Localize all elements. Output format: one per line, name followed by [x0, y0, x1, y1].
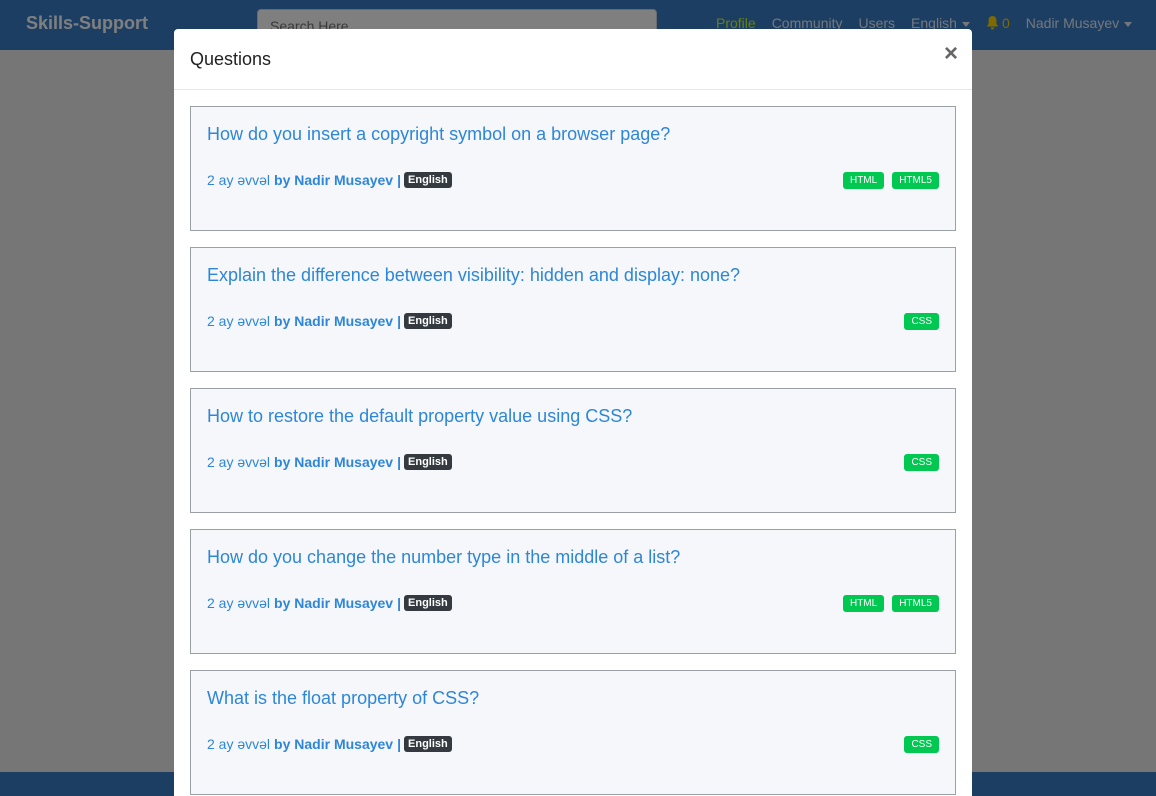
tag-badge[interactable]: CSS — [904, 454, 939, 471]
tag-badge[interactable]: CSS — [904, 313, 939, 330]
question-title-link[interactable]: How to restore the default property valu… — [207, 406, 632, 427]
question-meta: 2 ay əvvəl by Nadir Musayev | English — [207, 595, 452, 611]
tag-badge[interactable]: HTML — [842, 172, 885, 189]
question-card: How to restore the default property valu… — [190, 388, 956, 513]
language-badge: English — [404, 736, 452, 752]
question-card: How do you insert a copyright symbol on … — [190, 106, 956, 231]
question-time: 2 ay əvvəl — [207, 172, 271, 188]
question-title-link[interactable]: What is the float property of CSS? — [207, 688, 479, 709]
modal-body: How do you insert a copyright symbol on … — [174, 90, 972, 795]
question-card: How do you change the number type in the… — [190, 529, 956, 654]
tag-badge[interactable]: HTML5 — [892, 172, 939, 189]
question-time: 2 ay əvvəl — [207, 736, 271, 752]
question-meta: 2 ay əvvəl by Nadir Musayev | English — [207, 454, 452, 470]
tag-list: CSS — [896, 454, 939, 471]
language-badge: English — [404, 454, 452, 470]
tag-badge[interactable]: HTML — [842, 595, 885, 612]
tag-list: CSS — [896, 736, 939, 753]
question-meta: 2 ay əvvəl by Nadir Musayev | English — [207, 736, 452, 752]
question-title-link[interactable]: How do you insert a copyright symbol on … — [207, 124, 670, 145]
question-meta: 2 ay əvvəl by Nadir Musayev | English — [207, 172, 452, 188]
question-time: 2 ay əvvəl — [207, 313, 271, 329]
question-time: 2 ay əvvəl — [207, 595, 271, 611]
question-author-link[interactable]: by Nadir Musayev — [274, 172, 393, 188]
question-author-link[interactable]: by Nadir Musayev — [274, 595, 393, 611]
questions-modal: Questions × How do you insert a copyrigh… — [174, 29, 972, 796]
question-author-link[interactable]: by Nadir Musayev — [274, 313, 393, 329]
meta-separator: | — [397, 736, 402, 752]
meta-separator: | — [397, 172, 402, 188]
question-title-link[interactable]: Explain the difference between visibilit… — [207, 265, 740, 286]
tag-list: HTML HTML5 — [835, 172, 939, 189]
modal-title: Questions — [190, 49, 272, 69]
meta-separator: | — [397, 313, 402, 329]
question-title-link[interactable]: How do you change the number type in the… — [207, 547, 680, 568]
question-time: 2 ay əvvəl — [207, 454, 271, 470]
question-meta: 2 ay əvvəl by Nadir Musayev | English — [207, 313, 452, 329]
modal-header: Questions × — [174, 29, 972, 90]
language-badge: English — [404, 172, 452, 188]
question-author-link[interactable]: by Nadir Musayev — [274, 454, 393, 470]
tag-badge[interactable]: HTML5 — [892, 595, 939, 612]
question-card: What is the float property of CSS? 2 ay … — [190, 670, 956, 795]
meta-separator: | — [397, 595, 402, 611]
close-button[interactable]: × — [944, 42, 958, 66]
tag-list: HTML HTML5 — [835, 595, 939, 612]
tag-badge[interactable]: CSS — [904, 736, 939, 753]
question-card: Explain the difference between visibilit… — [190, 247, 956, 372]
meta-separator: | — [397, 454, 402, 470]
language-badge: English — [404, 313, 452, 329]
language-badge: English — [404, 595, 452, 611]
question-author-link[interactable]: by Nadir Musayev — [274, 736, 393, 752]
tag-list: CSS — [896, 313, 939, 330]
